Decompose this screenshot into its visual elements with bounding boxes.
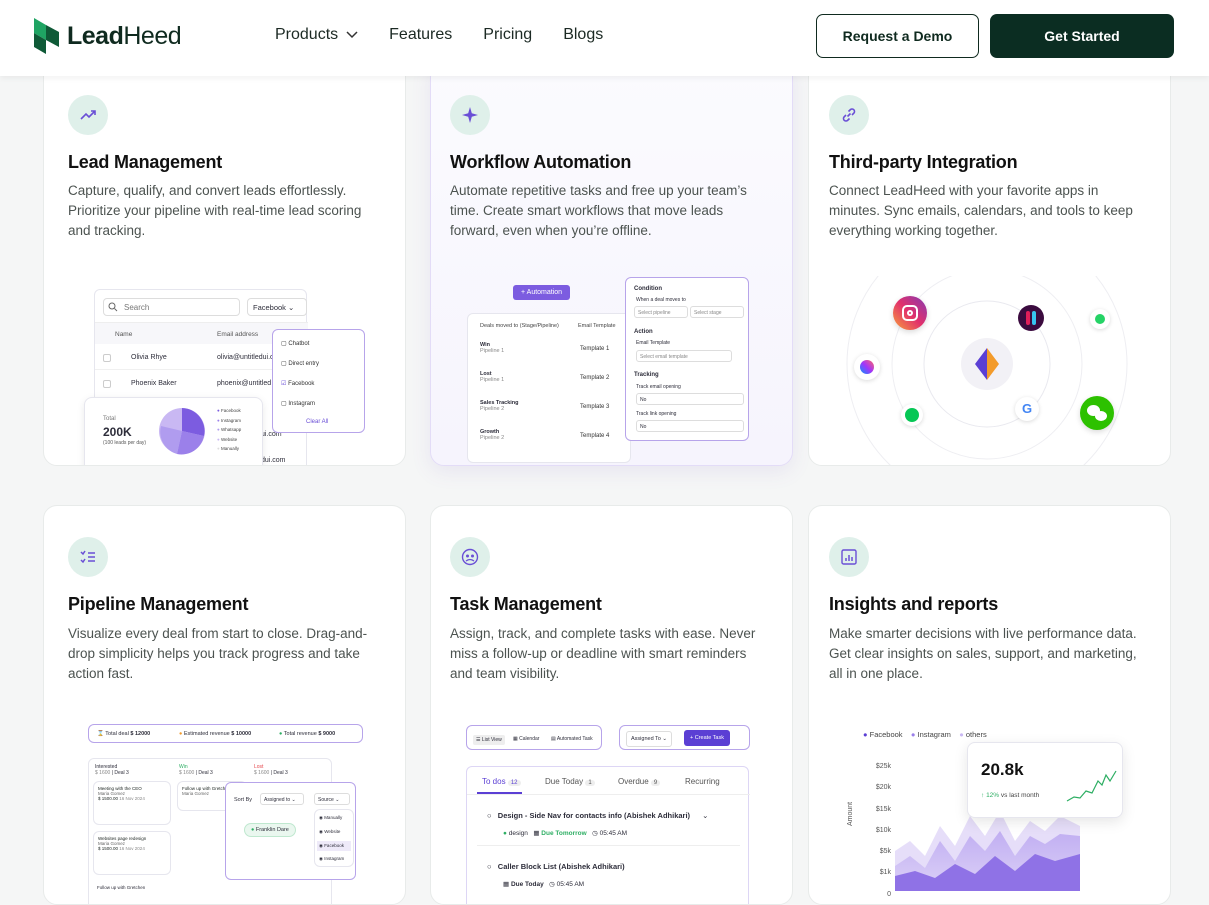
nav-products[interactable]: Products [275,26,358,44]
kpi-value: 20.8k [981,760,1024,779]
table-row: Lost Pipeline 1 [480,371,505,383]
pie-legend: ● Facebook ● Instagram ● Whatsapp ● Webs… [217,408,242,451]
source-menu: ◉ Manually ◉ Website ◉ Facebook ◉ Instag… [314,809,354,867]
total-leads-card: Total 200K (100 leads per day) ● Faceboo… [84,397,263,465]
card-desc: Capture, qualify, and convert leads effo… [68,183,362,238]
chart-icon [829,537,869,577]
assignee-chip: ● Franklin Dare [244,823,296,837]
card-desc: Assign, track, and complete tasks with e… [450,626,756,681]
slack-icon [1018,305,1044,331]
task-actions: Assigned To ⌄ + Create Task [619,725,750,750]
sparkline [1066,770,1117,802]
pie-chart-icon [159,408,205,455]
deals-table-mock: Deals moved to (Stage/Pipeline) Email Te… [467,313,631,463]
instagram-icon [893,296,927,330]
nav-blogs[interactable]: Blogs [563,26,603,44]
view-switcher: ☰ List View ▦ Calendar ▤ Automated Task [466,725,602,750]
card-desc: Connect LeadHeed with your favorite apps… [829,183,1133,238]
link-icon [829,95,869,135]
pipeline-summary: ⌛ Total deal $ 12000 ● Estimated revenue… [88,724,363,743]
logo[interactable]: LeadHeed [34,18,182,54]
list-check-icon [68,537,108,577]
option-facebook: ☑ Facebook [281,381,315,387]
trending-up-icon [68,95,108,135]
card-lead-management: Lead Management Capture, qualify, and co… [43,60,406,466]
search-icon [108,302,118,312]
card-title: Task Management [450,594,602,614]
request-demo-button[interactable]: Request a Demo [816,14,979,58]
team-icon [450,537,490,577]
card-title: Third-party Integration [829,152,1018,172]
chart-legend: ● Facebook ● Instagram ● others [863,730,987,739]
task-list: To dos 12 Due Today 1 Overdue 9 Recurrin… [466,766,750,904]
kpi-change: ↑ 12% vs last month [981,792,1040,799]
card-task-management: Task Management Assign, track, and compl… [430,505,793,905]
total-value: 200K [103,425,132,439]
source-dropdown: ▢ Chatbot ▢ Direct entry ☑ Facebook ▢ In… [272,329,365,433]
tab-due-today: Due Today 1 [545,777,595,786]
card-third-party-integration: Third-party Integration Connect LeadHeed… [808,60,1171,466]
total-label: Total [103,416,116,422]
kpi-card: 20.8k ↑ 12% vs last month [967,742,1123,818]
card-title: Lead Management [68,152,223,172]
card-workflow-automation: Workflow Automation Automate repetitive … [430,60,793,466]
option-chatbot: ▢ Chatbot [281,341,310,347]
condition-panel: Condition When a deal moves to Select pi… [625,277,749,441]
get-started-button[interactable]: Get Started [990,14,1174,58]
nav-pricing[interactable]: Pricing [483,26,532,44]
card-desc: Automate repetitive tasks and free up yo… [450,183,747,238]
table-row: Sales Tracking Pipeline 2 [480,400,519,412]
deal-card: Meeting with the CEO Maria Gomez $ 1500.00… [93,781,171,825]
card-desc: Make smarter decisions with live perform… [829,626,1137,681]
deal-card: Websites page redesign Maria Gomez $ 1500.… [93,831,171,875]
y-axis-label: Amount [847,801,854,826]
option-direct: ▢ Direct entry [281,361,320,367]
messenger-icon [854,354,880,380]
whatsapp-small-icon [1090,309,1110,329]
total-sub: (100 leads per day) [103,440,147,446]
filter-select: Facebook ⌄ [247,298,307,316]
google-icon: G [1015,397,1039,421]
task-item: ○ Caller Block List (Abishek Adhikari) [487,862,625,871]
card-title: Insights and reports [829,594,999,614]
table-row: Win Pipeline 1 [480,342,505,354]
chevron-down-icon [346,31,358,39]
email-fragment: dui.com [261,457,286,464]
tab-todos: To dos 12 [482,777,521,786]
option-instagram: ▢ Instagram [281,401,316,407]
task-item: ○ Design - Side Nav for contacts info (A… [487,811,709,820]
navbar: LeadHeed Products Features Pricing Blogs… [0,0,1209,76]
card-title: Pipeline Management [68,594,249,614]
tab-recurring: Recurring [685,777,720,786]
card-desc: Visualize every deal from start to close… [68,626,368,681]
card-title: Workflow Automation [450,152,632,172]
nav-features[interactable]: Features [389,26,452,44]
search-input: Search [103,298,240,316]
clear-all-link: Clear All [306,419,329,425]
y-ticks: $25k $20k $15k $10k $5k $1k 0 [875,763,891,898]
deal-card: Follow up with Gretchen [97,885,146,890]
sparkle-icon [450,95,490,135]
nav-links: Products Features Pricing Blogs [275,26,603,44]
card-pipeline-management: Pipeline Management Visualize every deal… [43,505,406,905]
automation-tag: + Automation [513,285,571,300]
table-row: Growth Pipeline 2 [480,429,505,441]
logo-icon [34,18,59,54]
wechat-icon [1080,396,1114,430]
line-icon [901,404,923,426]
logo-text: LeadHeed [67,21,182,50]
sort-panel: Sort By Assigned to ⌄ Source ⌄ ● Frankli… [225,782,356,880]
tab-overdue: Overdue 9 [618,777,661,786]
card-insights-reports: Insights and reports Make smarter decisi… [808,505,1171,905]
